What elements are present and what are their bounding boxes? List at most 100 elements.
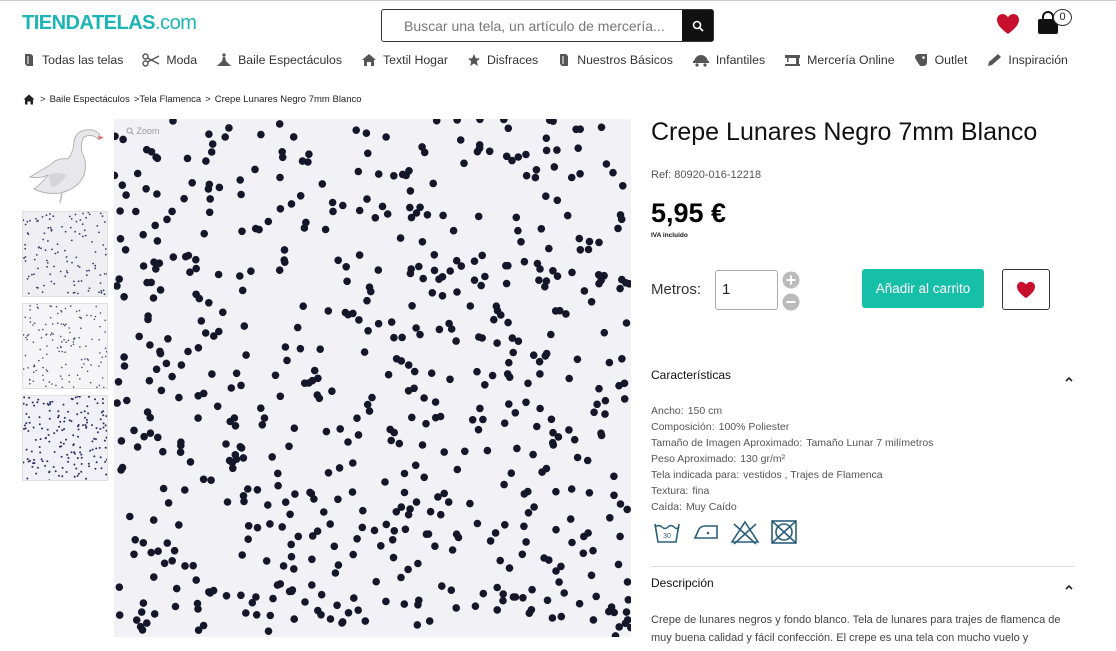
cart-count-badge: 0 xyxy=(1053,9,1072,26)
breadcrumb-separator: > xyxy=(205,94,211,105)
search-input[interactable] xyxy=(382,10,682,41)
description-text: Crepe de lunares negros y fondo blanco. … xyxy=(651,614,1061,644)
nav-label: Infantiles xyxy=(715,53,766,67)
add-to-wishlist-button[interactable] xyxy=(1002,269,1050,310)
section-divider xyxy=(651,566,1075,567)
thumbnail-swan-dancer[interactable] xyxy=(22,119,108,205)
char-row-ancho: Ancho: 150 cm xyxy=(651,403,933,419)
pencil-icon xyxy=(988,54,1002,66)
char-row-tela-indicada: Tela indicada para: vestidos , Trajes de … xyxy=(651,467,933,483)
char-value: fina xyxy=(692,485,710,497)
nav-item-todas-las-telas[interactable]: Todas las telas xyxy=(22,53,123,67)
characteristics-title: Características xyxy=(651,368,732,382)
nav-label: Nuestros Básicos xyxy=(577,53,673,67)
breadcrumb-link-baile-espectaculos[interactable]: Baile Espectáculos xyxy=(50,94,130,105)
home-icon[interactable] xyxy=(23,94,35,105)
char-label: Peso Aproximado: xyxy=(651,453,737,465)
breadcrumb: > Baile Espectáculos >Tela Flamenca > Cr… xyxy=(23,94,366,105)
char-row-textura: Textura: fina xyxy=(651,483,933,499)
char-value: 150 cm xyxy=(687,405,723,417)
site-header: TIENDATELAS.com 0 xyxy=(0,0,1116,44)
characteristics-header[interactable]: Características xyxy=(651,368,1075,382)
quantity-input[interactable]: 1 xyxy=(715,270,778,310)
breadcrumb-link-tela-flamenca[interactable]: >Tela Flamenca xyxy=(134,94,201,105)
nav-label: Inspiración xyxy=(1008,53,1068,67)
char-label: Caída: xyxy=(651,501,682,513)
fabric-thumbnail-image xyxy=(23,396,107,480)
breadcrumb-current: Crepe Lunares Negro 7mm Blanco xyxy=(214,94,362,105)
breadcrumb-separator: > xyxy=(40,94,46,105)
zoom-text: Zoom xyxy=(136,126,160,136)
search-icon xyxy=(692,20,704,32)
nav-label: Todas las telas xyxy=(42,53,124,67)
nav-item-infantiles[interactable]: Infantiles xyxy=(692,53,765,67)
char-label: Composición: xyxy=(651,421,715,433)
char-label: Textura: xyxy=(651,485,689,497)
nav-item-merceria-online[interactable]: Mercería Online xyxy=(784,53,895,67)
char-value: 100% Poliester xyxy=(718,421,790,433)
nav-label: Textil Hogar xyxy=(383,53,448,67)
thumbnail-fabric-drape[interactable] xyxy=(22,211,108,297)
char-value: vestidos , Trajes de Flamenca xyxy=(743,469,883,481)
char-value: Tamaño Lunar 7 milímetros xyxy=(806,437,934,449)
chevron-up-icon xyxy=(1065,376,1073,382)
nav-label: Baile Espectáculos xyxy=(238,53,343,67)
baby-car-icon xyxy=(692,55,709,67)
nav-item-baile-espectaculos[interactable]: Baile Espectáculos xyxy=(216,53,342,67)
heart-icon xyxy=(1017,281,1035,298)
star-icon xyxy=(467,54,480,66)
product-price: 5,95 € xyxy=(651,198,727,228)
home-icon xyxy=(362,54,377,66)
scissors-icon xyxy=(142,53,160,67)
char-row-peso: Peso Aproximado: 130 gr/m² xyxy=(651,451,933,467)
char-label: Ancho: xyxy=(651,405,684,417)
quantity-label: Metros: xyxy=(651,281,702,298)
zoom-label[interactable]: Zoom xyxy=(126,126,160,136)
logo-suffix: .com xyxy=(155,12,197,34)
fabric-roll-icon xyxy=(25,54,33,66)
add-to-cart-button[interactable]: Añadir al carrito xyxy=(862,269,984,308)
char-row-caida: Caída: Muy Caído xyxy=(651,499,933,515)
char-row-tamano-imagen: Tamaño de Imagen Aproximado: Tamaño Lunar… xyxy=(651,435,933,451)
no-bleach-icon xyxy=(730,520,760,545)
wishlist-heart-icon[interactable] xyxy=(996,13,1020,35)
nav-item-moda[interactable]: Moda xyxy=(142,53,197,67)
swan-dancer-image xyxy=(22,119,108,205)
search-button[interactable] xyxy=(682,10,713,41)
plus-circle-icon[interactable] xyxy=(782,271,800,289)
nav-item-disfraces[interactable]: Disfraces xyxy=(467,53,538,67)
magnifier-icon xyxy=(126,127,134,135)
polka-dot-fabric-image xyxy=(114,119,631,637)
nav-label: Outlet xyxy=(934,53,968,67)
fabric-thumbnail-image xyxy=(23,304,107,388)
tax-note: IVA incluido xyxy=(651,232,688,239)
fabric-roll-icon xyxy=(560,54,569,66)
nav-item-textil-hogar[interactable]: Textil Hogar xyxy=(361,53,448,67)
search-bar xyxy=(381,9,714,42)
char-value: 130 gr/m² xyxy=(740,453,786,465)
thumbnail-fabric-flat[interactable] xyxy=(22,303,108,389)
main-product-image[interactable]: Zoom xyxy=(114,119,631,637)
nav-item-inspiracion[interactable]: Inspiración xyxy=(986,53,1068,67)
nav-label: Moda xyxy=(166,53,198,67)
char-value: Muy Caído xyxy=(685,501,737,513)
no-tumble-dry-icon xyxy=(771,520,797,544)
description-title: Descripción xyxy=(651,576,714,590)
tag-icon xyxy=(914,54,927,66)
site-logo[interactable]: TIENDATELAS.com xyxy=(22,12,197,35)
thumbnail-fabric-closeup[interactable] xyxy=(22,395,108,481)
char-label: Tamaño de Imagen Aproximado: xyxy=(651,437,803,449)
description-header[interactable]: Descripción xyxy=(651,576,1075,590)
chevron-up-icon xyxy=(1065,584,1073,590)
char-label: Tela indicada para: xyxy=(651,469,740,481)
characteristics-list: Ancho: 150 cm Composición: 100% Poliester … xyxy=(651,403,933,515)
iron-low-icon xyxy=(693,525,718,539)
svg-text:30: 30 xyxy=(663,533,671,540)
care-icons: 30 xyxy=(652,518,808,546)
fabric-thumbnail-image xyxy=(23,212,107,296)
nav-item-outlet[interactable]: Outlet xyxy=(914,53,968,67)
nav-item-nuestros-basicos[interactable]: Nuestros Básicos xyxy=(557,53,673,67)
wash-30-icon: 30 xyxy=(654,523,680,543)
minus-circle-icon[interactable] xyxy=(782,293,800,311)
nav-label: Mercería Online xyxy=(807,53,895,67)
